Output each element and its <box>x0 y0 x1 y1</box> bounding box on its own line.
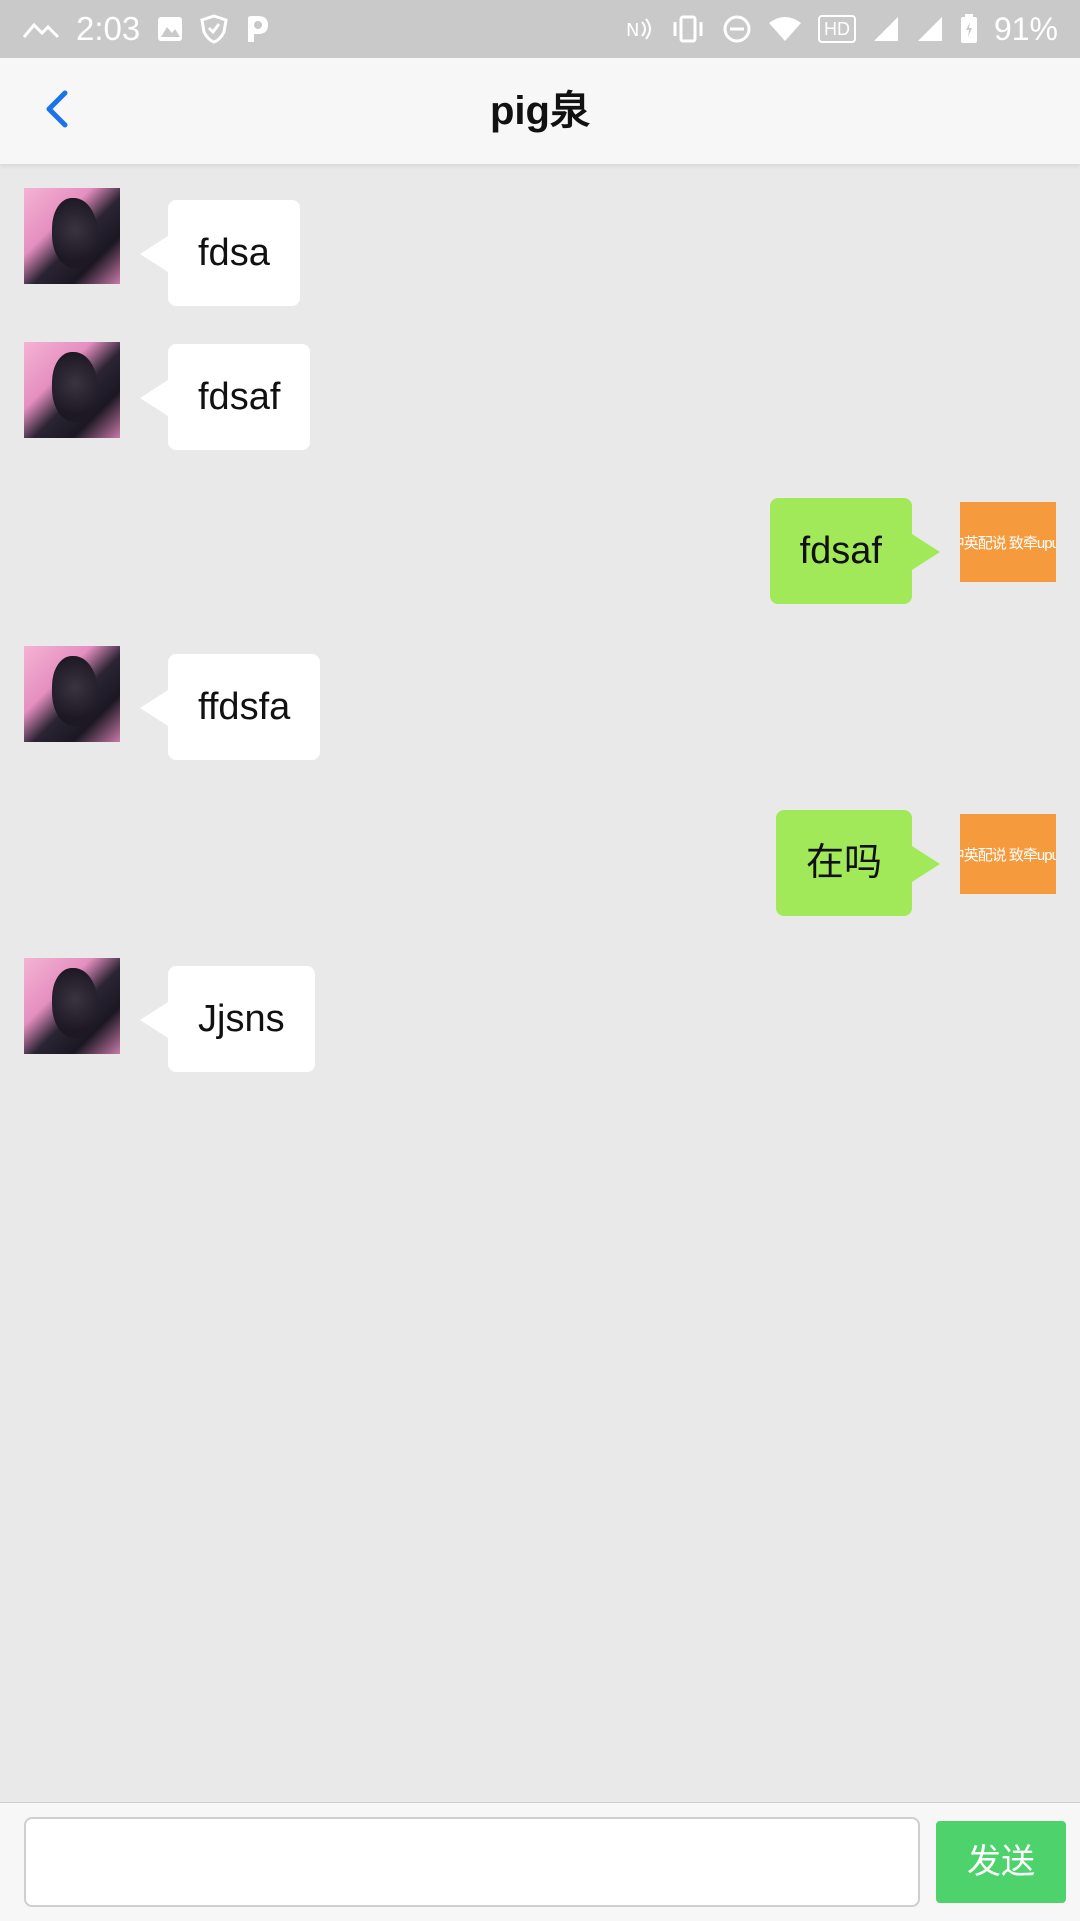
dnd-icon <box>722 14 752 44</box>
message-bubble-outgoing[interactable]: fdsaf <box>769 498 941 604</box>
message-bubble-incoming[interactable]: ffdsfa <box>139 654 321 760</box>
nfc-icon: N <box>626 16 654 42</box>
my-avatar[interactable]: 中英配说 致牵upup <box>960 814 1056 894</box>
battery-percent: 91% <box>993 10 1058 47</box>
mountain-icon <box>22 17 60 41</box>
message-row-incoming: ffdsfa <box>0 646 1080 760</box>
wifi-icon <box>768 15 802 43</box>
contact-avatar[interactable] <box>24 646 120 742</box>
page-title: pig泉 <box>490 89 590 133</box>
chat-header: pig泉 <box>0 58 1080 165</box>
message-list[interactable]: fdsa fdsaf 中英配说 致牵upup fdsaf ffdsfa 中英配说… <box>0 166 1080 1802</box>
message-row-outgoing: 中英配说 致牵upup 在吗 <box>0 802 1080 916</box>
message-input[interactable] <box>24 1817 920 1907</box>
status-right: N HD 91% <box>626 11 1080 48</box>
shield-icon <box>200 14 228 44</box>
message-bubble-outgoing[interactable]: 在吗 <box>775 810 941 916</box>
status-bar: 2:03 N HD 91% <box>0 0 1080 58</box>
signal-icon <box>872 15 900 43</box>
vibrate-icon <box>670 14 706 44</box>
my-avatar-text: 中英配说 致牵upup <box>960 534 1056 552</box>
status-time: 2:03 <box>76 10 141 47</box>
p-icon <box>244 14 270 44</box>
my-avatar[interactable]: 中英配说 致牵upup <box>960 502 1056 582</box>
input-bar: 发送 <box>0 1802 1080 1921</box>
status-left: 2:03 <box>0 10 270 48</box>
svg-text:N: N <box>626 20 639 41</box>
message-row-incoming: fdsa <box>0 178 1080 306</box>
message-row-incoming: Jjsns <box>0 958 1080 1072</box>
message-bubble-incoming[interactable]: Jjsns <box>140 966 315 1072</box>
contact-avatar[interactable] <box>24 188 120 284</box>
contact-avatar[interactable] <box>24 342 120 438</box>
hd-icon: HD <box>817 15 856 43</box>
battery-icon <box>960 14 978 44</box>
message-row-incoming: fdsaf <box>0 334 1080 450</box>
contact-avatar[interactable] <box>24 958 120 1054</box>
send-button[interactable]: 发送 <box>936 1821 1066 1903</box>
message-bubble-incoming[interactable]: fdsa <box>140 200 300 306</box>
signal-icon <box>916 15 944 43</box>
message-bubble-incoming[interactable]: fdsaf <box>139 344 311 450</box>
my-avatar-text: 中英配说 致牵upup <box>960 846 1056 864</box>
message-row-outgoing: 中英配说 致牵upup fdsaf <box>0 490 1080 604</box>
image-icon <box>156 15 184 43</box>
